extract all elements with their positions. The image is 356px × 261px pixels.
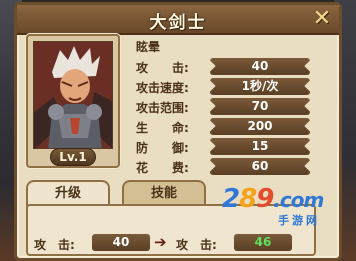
stat-row-attack: 攻 击: 40 [136, 58, 322, 76]
stat-value: 70 [210, 98, 310, 115]
stat-value: 40 [210, 58, 310, 75]
title-bar: 大剑士 ✕ [17, 5, 339, 35]
stat-value: 200 [210, 118, 310, 135]
stat-row-health: 生 命: 200 [136, 118, 322, 136]
stat-label: 攻 击: [136, 61, 189, 75]
hero-portrait [33, 41, 113, 149]
before-attack-label: 攻 击: [34, 238, 75, 252]
hero-title: 大剑士 [149, 13, 207, 33]
stat-row-attack-range: 攻击范围: 70 [136, 98, 322, 116]
swordsman-portrait-image [34, 42, 112, 148]
stat-value: 60 [210, 158, 310, 175]
skill-name: 眩晕 [136, 40, 161, 54]
after-attack-value: 46 [234, 234, 292, 251]
arrow-right-icon: ➔ [154, 233, 167, 251]
stat-row-attack-speed: 攻击速度: 1秒/次 [136, 78, 322, 96]
stat-label: 花 费: [136, 161, 189, 175]
site-watermark: 289.com 手游网 [222, 184, 338, 234]
tab-skill[interactable]: 技能 [122, 180, 206, 206]
stat-label: 攻击范围: [136, 101, 189, 115]
stat-row-cost: 花 费: 60 [136, 158, 322, 176]
after-attack-label: 攻 击: [176, 238, 217, 252]
hero-card[interactable]: Lv.1 [26, 34, 120, 168]
stat-value: 15 [210, 138, 310, 155]
stat-label: 防 御: [136, 141, 189, 155]
stat-label: 生 命: [136, 121, 189, 135]
close-button[interactable]: ✕ [311, 8, 333, 31]
watermark-logo: 289.com [222, 184, 324, 214]
level-badge: Lv.1 [50, 148, 96, 166]
watermark-text: 手游网 [278, 214, 320, 227]
before-attack-value: 40 [92, 234, 150, 251]
tab-upgrade[interactable]: 升级 [26, 180, 110, 206]
stat-row-defense: 防 御: 15 [136, 138, 322, 156]
stat-label: 攻击速度: [136, 81, 189, 95]
stat-value: 1秒/次 [210, 78, 310, 95]
